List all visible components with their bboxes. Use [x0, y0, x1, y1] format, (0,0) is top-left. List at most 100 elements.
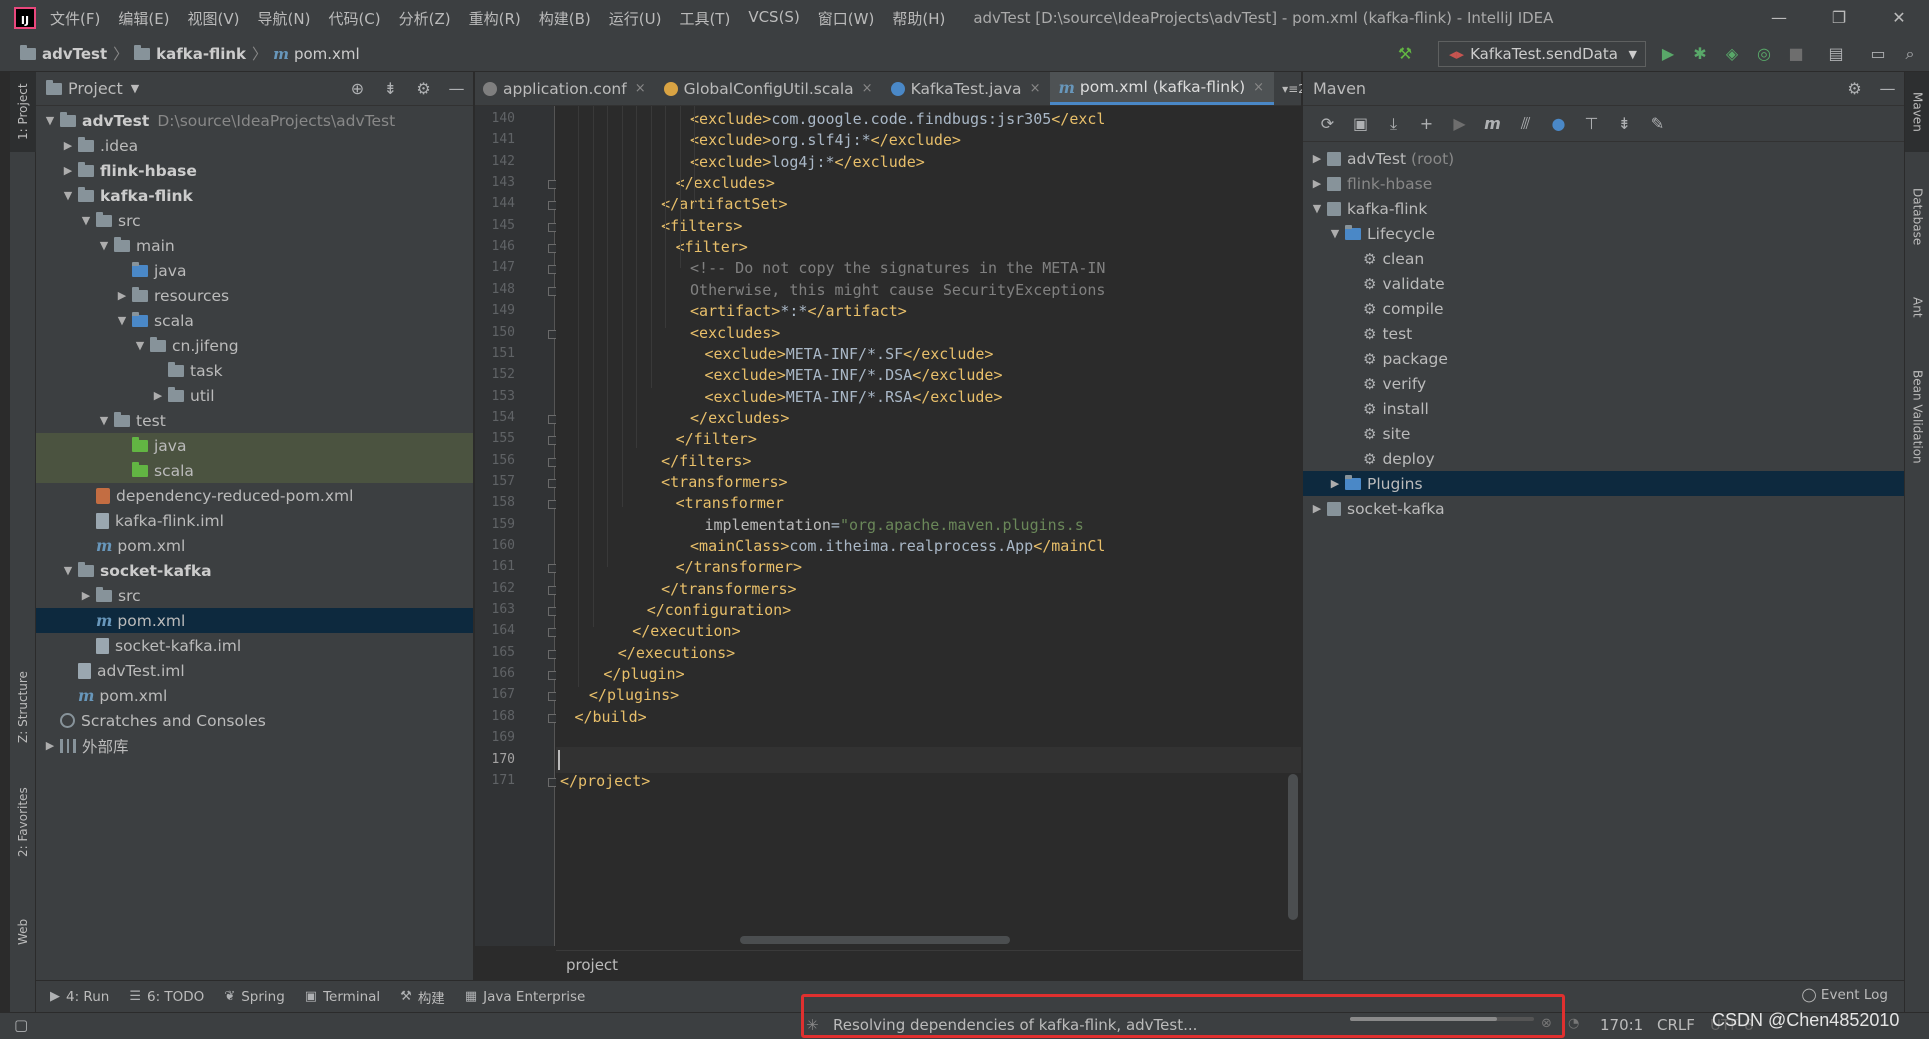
collapsed-arrow-icon[interactable]: ▶ [58, 139, 78, 152]
reload-icon[interactable]: ⟳ [1311, 114, 1344, 133]
tree-node[interactable]: task [36, 358, 473, 383]
tab-favorites[interactable]: 2: Favorites [10, 772, 36, 872]
tree-node[interactable]: socket-kafka.iml [36, 633, 473, 658]
execute-goal-icon[interactable]: m [1476, 114, 1509, 133]
vertical-scrollbar[interactable] [1288, 774, 1298, 920]
code-editor[interactable]: <exclude>com.google.code.findbugs:jsr305… [556, 106, 1301, 946]
collapsed-arrow-icon[interactable]: ▶ [1307, 502, 1327, 515]
bottom-tab[interactable]: ⚒ 构建 [400, 987, 445, 1007]
tree-node[interactable]: java [36, 258, 473, 283]
toggle-tool-windows-icon[interactable]: ▢ [14, 1016, 28, 1034]
bottom-tab[interactable]: ▦ Java Enterprise [465, 987, 586, 1007]
lifecycle-goal[interactable]: ⚙ package [1303, 346, 1904, 371]
event-log-button[interactable]: ◯ Event Log [1802, 987, 1888, 1003]
tree-node[interactable]: java [36, 433, 473, 458]
editor-tab[interactable]: KafkaTest.java × [883, 72, 1051, 105]
menu-item[interactable]: 构建(B) [539, 8, 591, 29]
editor-tab[interactable]: GlobalConfigUtil.scala × [656, 72, 883, 105]
bottom-tab[interactable]: ▶ 4: Run [50, 987, 109, 1007]
close-tab-icon[interactable]: × [635, 81, 646, 96]
maven-tree-node[interactable]: ▶ Plugins [1303, 471, 1904, 496]
editor-tab[interactable]: m pom.xml (kafka-flink) × [1050, 72, 1275, 105]
build-hammer-icon[interactable]: ⚒ [1395, 44, 1415, 64]
collapsed-arrow-icon[interactable]: ▶ [1307, 152, 1327, 165]
lifecycle-goal[interactable]: ⚙ validate [1303, 271, 1904, 296]
gear-icon[interactable]: ⚙ [407, 79, 440, 98]
tab-web[interactable]: Web [10, 902, 36, 962]
maven-tree-node[interactable]: ▼ kafka-flink [1303, 196, 1904, 221]
collapsed-arrow-icon[interactable]: ▶ [1325, 477, 1345, 490]
collapse-all-icon[interactable]: ⇟ [374, 79, 407, 98]
tree-node[interactable]: ▼ test [36, 408, 473, 433]
tree-node[interactable]: kafka-flink.iml [36, 508, 473, 533]
menu-item[interactable]: 代码(C) [328, 8, 380, 29]
menu-item[interactable]: 导航(N) [258, 8, 311, 29]
collapsed-arrow-icon[interactable]: ▶ [112, 289, 132, 302]
close-tab-icon[interactable]: × [1253, 80, 1264, 95]
settings-wrench-icon[interactable]: ✎ [1641, 114, 1674, 133]
tree-node[interactable]: ▼ advTest D:\source\IdeaProjects\advTest [36, 108, 473, 133]
close-tab-icon[interactable]: × [862, 81, 873, 96]
lifecycle-goal[interactable]: ⚙ verify [1303, 371, 1904, 396]
breadcrumb-module[interactable]: kafka-flink [156, 45, 246, 63]
editor-tab[interactable]: application.conf × [475, 72, 656, 105]
close-button[interactable]: ✕ [1869, 0, 1929, 36]
tree-node[interactable]: ▶ 外部库 [36, 733, 473, 758]
stop-icon[interactable]: ■ [1786, 44, 1806, 64]
tree-node[interactable]: ▼ main [36, 233, 473, 258]
menu-item[interactable]: 分析(Z) [399, 8, 451, 29]
tree-node[interactable]: Scratches and Consoles [36, 708, 473, 733]
tree-node[interactable]: ▶ src [36, 583, 473, 608]
menu-item[interactable]: 运行(U) [609, 8, 662, 29]
tab-database[interactable]: Database [1905, 172, 1929, 262]
tree-node[interactable]: m pom.xml [36, 608, 473, 633]
bottom-tab[interactable]: ▣ Terminal [305, 987, 380, 1007]
menu-item[interactable]: 文件(F) [50, 8, 100, 29]
tree-node[interactable]: ▶ .idea [36, 133, 473, 158]
bottom-tab[interactable]: ☰ 6: TODO [129, 987, 204, 1007]
skip-tests-icon[interactable]: ● [1542, 114, 1575, 133]
locate-target-icon[interactable]: ⊕ [341, 79, 374, 98]
hide-icon[interactable]: — [440, 79, 473, 98]
tab-ant[interactable]: Ant [1905, 282, 1929, 332]
maven-tree-node[interactable]: ▶ socket-kafka [1303, 496, 1904, 521]
profile-icon[interactable]: ◎ [1754, 44, 1774, 64]
tree-node[interactable]: ▼ cn.jifeng [36, 333, 473, 358]
collapsed-arrow-icon[interactable]: ▶ [58, 164, 78, 177]
run-icon[interactable]: ▶ [1443, 114, 1476, 133]
breadcrumb-project[interactable]: advTest [42, 45, 107, 63]
tree-node[interactable]: m pom.xml [36, 683, 473, 708]
horizontal-scrollbar[interactable] [740, 936, 1010, 944]
tree-node[interactable]: ▼ scala [36, 308, 473, 333]
tab-maven[interactable]: Maven [1905, 72, 1929, 152]
tree-node[interactable]: ▶ util [36, 383, 473, 408]
tree-node[interactable]: m pom.xml [36, 533, 473, 558]
expanded-arrow-icon[interactable]: ▼ [58, 189, 78, 202]
tab-project[interactable]: 1: Project [10, 72, 36, 152]
toggle-offline-icon[interactable]: ⫻ [1509, 114, 1542, 134]
expanded-arrow-icon[interactable]: ▼ [94, 414, 114, 427]
collapsed-arrow-icon[interactable]: ▶ [76, 589, 96, 602]
lifecycle-goal[interactable]: ⚙ site [1303, 421, 1904, 446]
chevron-down-icon[interactable]: ▼ [131, 82, 139, 95]
lifecycle-goal[interactable]: ⚙ deploy [1303, 446, 1904, 471]
download-icon[interactable]: ⤓ [1377, 114, 1410, 134]
collapsed-arrow-icon[interactable]: ▶ [40, 739, 60, 752]
project-structure-icon[interactable]: ▤ [1826, 44, 1846, 64]
maven-tree-node[interactable]: ▶ flink-hbase [1303, 171, 1904, 196]
menu-item[interactable]: VCS(S) [748, 8, 799, 29]
run-icon[interactable]: ▶ [1658, 44, 1678, 64]
collapse-all-icon[interactable]: ⇟ [1608, 114, 1641, 133]
line-separator[interactable]: CRLF [1657, 1016, 1695, 1034]
maven-tree-node[interactable]: ▼ Lifecycle [1303, 221, 1904, 246]
expanded-arrow-icon[interactable]: ▼ [1325, 227, 1345, 240]
tree-node[interactable]: scala [36, 458, 473, 483]
restore-button[interactable]: ❐ [1809, 0, 1869, 36]
close-tab-icon[interactable]: × [1030, 81, 1041, 96]
minimize-button[interactable]: — [1749, 0, 1809, 36]
expanded-arrow-icon[interactable]: ▼ [112, 314, 132, 327]
collapsed-arrow-icon[interactable]: ▶ [1307, 177, 1327, 190]
caret-position[interactable]: 170:1 [1600, 1016, 1643, 1034]
tree-node[interactable]: ▼ src [36, 208, 473, 233]
tab-structure[interactable]: Z: Structure [10, 662, 36, 752]
